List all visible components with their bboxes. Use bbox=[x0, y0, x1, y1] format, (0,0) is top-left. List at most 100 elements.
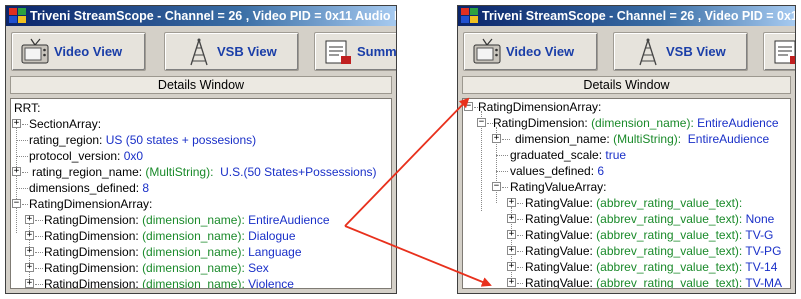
tree-node-rating-value[interactable]: + RatingValue: (abbrev_rating_value_text… bbox=[463, 227, 790, 243]
field-value: TV-MA bbox=[745, 276, 783, 289]
details-tree[interactable]: − RatingDimensionArray: − RatingDimensio… bbox=[462, 98, 791, 289]
field-value: U.S.(50 States+Possessions) bbox=[220, 165, 377, 179]
tree-node-rating-dimension-array[interactable]: − RatingDimensionArray: bbox=[11, 196, 391, 212]
expand-plus-icon[interactable]: + bbox=[25, 279, 34, 288]
tree-node-dimension-name[interactable]: + dimension_name: (MultiString): EntireA… bbox=[463, 131, 790, 147]
tree-connector-line bbox=[517, 219, 523, 220]
tv-icon bbox=[473, 38, 501, 63]
collapse-minus-icon[interactable]: − bbox=[464, 102, 473, 111]
tree-connector-line bbox=[16, 140, 28, 141]
tree-node-label: RatingValueArray: bbox=[510, 180, 607, 194]
field-type: (dimension_name): bbox=[142, 277, 245, 289]
field-value: EntireAudience bbox=[697, 116, 779, 130]
tree-connector-line bbox=[16, 188, 28, 189]
tree-node-label: SectionArray: bbox=[29, 117, 102, 131]
tree-node-rating-value-array[interactable]: − RatingValueArray: bbox=[463, 179, 790, 195]
summary-button[interactable] bbox=[763, 32, 795, 71]
tree-connector-line bbox=[22, 124, 28, 125]
tree-node-values-defined[interactable]: values_defined: 6 bbox=[463, 163, 790, 179]
tree-connector-line bbox=[22, 172, 28, 173]
tree-node-rating-value[interactable]: + RatingValue: (abbrev_rating_value_text… bbox=[463, 275, 790, 289]
field-label: RatingValue: bbox=[525, 228, 593, 242]
expand-plus-icon[interactable]: + bbox=[25, 247, 34, 256]
tree-connector-line bbox=[35, 252, 43, 253]
tree-node-rrt[interactable]: RRT: bbox=[11, 100, 391, 116]
field-label: RatingDimension: bbox=[493, 116, 588, 130]
field-label: RatingValue: bbox=[525, 260, 593, 274]
field-label: RatingValue: bbox=[525, 244, 593, 258]
expand-plus-icon[interactable]: + bbox=[25, 231, 34, 240]
collapse-minus-icon[interactable]: − bbox=[12, 199, 21, 208]
tree-node-rating-value[interactable]: + RatingValue: (abbrev_rating_value_text… bbox=[463, 211, 790, 227]
field-label: RatingDimension: bbox=[44, 245, 139, 259]
expand-plus-icon[interactable]: + bbox=[507, 262, 516, 271]
tree-node-rating-value[interactable]: + RatingValue: (abbrev_rating_value_text… bbox=[463, 259, 790, 275]
tree-connector-line bbox=[16, 156, 28, 157]
field-value: 6 bbox=[597, 164, 605, 178]
tree-node-rating-value[interactable]: + RatingValue: (abbrev_rating_value_text… bbox=[463, 195, 790, 211]
summary-label: Summa bbox=[357, 44, 397, 59]
expand-plus-icon[interactable]: + bbox=[492, 134, 501, 143]
antenna-icon bbox=[639, 38, 657, 65]
field-label: RatingDimension: bbox=[44, 277, 139, 289]
tree-connector-line bbox=[35, 236, 43, 237]
tree-node-rating-dimension[interactable]: + RatingDimension: (dimension_name): Ent… bbox=[11, 212, 391, 228]
streamscope-app-icon bbox=[461, 8, 478, 23]
summary-button[interactable]: Summa bbox=[314, 32, 397, 71]
vsb-view-button[interactable]: VSB View bbox=[613, 32, 748, 71]
expand-plus-icon[interactable]: + bbox=[25, 263, 34, 272]
expand-plus-icon[interactable]: + bbox=[507, 214, 516, 223]
toolbar: Video View VSB View Summa bbox=[6, 26, 396, 76]
video-view-button[interactable]: Video View bbox=[11, 32, 146, 71]
details-tree[interactable]: RRT: + SectionArray: rating_region: US (… bbox=[10, 98, 392, 289]
tree-node-graduated-scale[interactable]: graduated_scale: true bbox=[463, 147, 790, 163]
tree-node-rating-dimension[interactable]: + RatingDimension: (dimension_name): Sex bbox=[11, 260, 391, 276]
expand-plus-icon[interactable]: + bbox=[507, 278, 516, 287]
field-label: RatingValue: bbox=[525, 196, 593, 210]
toolbar: Video View VSB View bbox=[458, 26, 795, 76]
summary-document-icon bbox=[325, 40, 351, 64]
tree-connector-line bbox=[517, 283, 523, 284]
title-bar[interactable]: Triveni StreamScope - Channel = 26 , Vid… bbox=[6, 6, 396, 26]
tree-connector-line bbox=[22, 204, 28, 205]
summary-document-icon bbox=[774, 40, 795, 64]
collapse-minus-icon[interactable]: − bbox=[477, 118, 486, 127]
video-view-button[interactable]: Video View bbox=[463, 32, 598, 71]
tree-node-rating-dimension[interactable]: + RatingDimension: (dimension_name): Vio… bbox=[11, 276, 391, 289]
expand-plus-icon[interactable]: + bbox=[507, 246, 516, 255]
tree-node-protocol-version[interactable]: protocol_version: 0x0 bbox=[11, 148, 391, 164]
field-type: (dimension_name): bbox=[142, 229, 245, 243]
tree-connector-line bbox=[517, 251, 523, 252]
tree-node-section-array[interactable]: + SectionArray: bbox=[11, 116, 391, 132]
expand-plus-icon[interactable]: + bbox=[507, 230, 516, 239]
field-value: TV-G bbox=[745, 228, 774, 242]
field-type: (dimension_name): bbox=[142, 213, 245, 227]
field-value: None bbox=[745, 212, 775, 226]
antenna-icon bbox=[190, 38, 208, 65]
field-value: EntireAudience bbox=[248, 213, 330, 227]
field-value: Violence bbox=[248, 277, 294, 289]
field-label: RatingDimension: bbox=[44, 261, 139, 275]
vsb-view-button[interactable]: VSB View bbox=[164, 32, 299, 71]
collapse-minus-icon[interactable]: − bbox=[492, 182, 501, 191]
field-label: RatingDimension: bbox=[44, 213, 139, 227]
field-label: RatingDimension: bbox=[44, 229, 139, 243]
expand-plus-icon[interactable]: + bbox=[25, 215, 34, 224]
tree-node-rating-dimension-array[interactable]: − RatingDimensionArray: bbox=[463, 99, 790, 115]
expand-plus-icon[interactable]: + bbox=[507, 198, 516, 207]
tree-node-rating-dimension[interactable]: + RatingDimension: (dimension_name): Lan… bbox=[11, 244, 391, 260]
tree-node-rating-region-name[interactable]: + rating_region_name: (MultiString): U.S… bbox=[11, 164, 391, 180]
expand-plus-icon[interactable]: + bbox=[12, 167, 21, 176]
tree-node-rating-value[interactable]: + RatingValue: (abbrev_rating_value_text… bbox=[463, 243, 790, 259]
tree-connector-line bbox=[35, 284, 43, 285]
tree-node-dimensions-defined[interactable]: dimensions_defined: 8 bbox=[11, 180, 391, 196]
tree-node-rating-dimension[interactable]: − RatingDimension: (dimension_name): Ent… bbox=[463, 115, 790, 131]
tree-connector-line bbox=[496, 155, 508, 156]
title-bar[interactable]: Triveni StreamScope - Channel = 26 , Vid… bbox=[458, 6, 795, 26]
tree-node-rating-dimension[interactable]: + RatingDimension: (dimension_name): Dia… bbox=[11, 228, 391, 244]
tree-node-rating-region[interactable]: rating_region: US (50 states + possesion… bbox=[11, 132, 391, 148]
expand-plus-icon[interactable]: + bbox=[12, 119, 21, 128]
field-value: 8 bbox=[142, 181, 150, 195]
field-value: TV-14 bbox=[745, 260, 778, 274]
field-label: RatingValue: bbox=[525, 212, 593, 226]
